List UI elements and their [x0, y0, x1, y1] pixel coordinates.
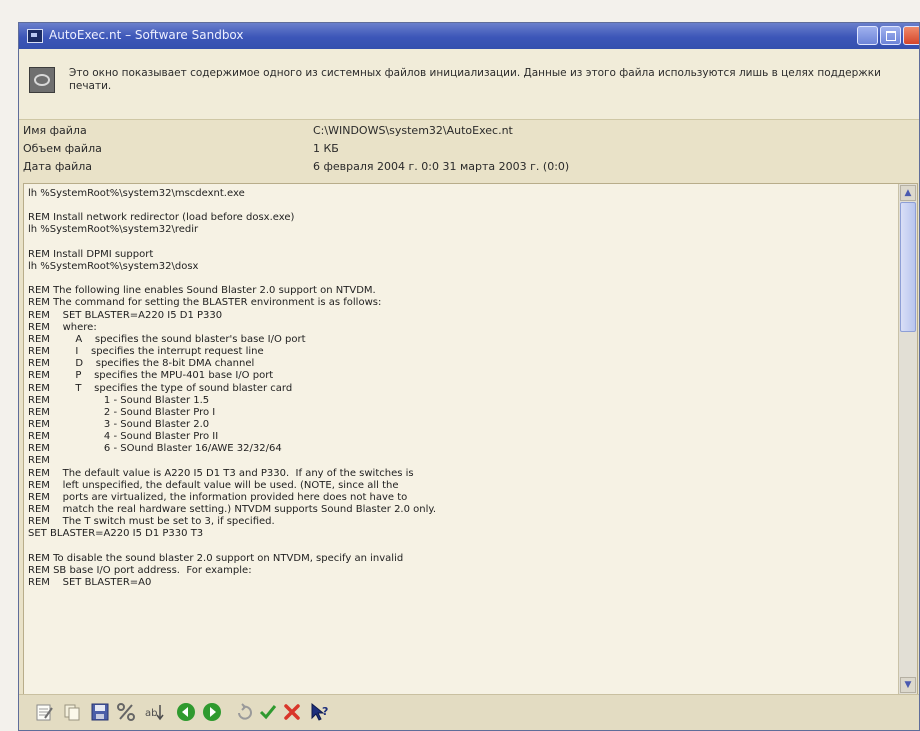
property-name: Имя файла: [23, 124, 87, 137]
property-value: 1 КБ: [313, 142, 339, 155]
close-button[interactable]: [903, 26, 919, 45]
property-row: Объем файла 1 КБ: [19, 139, 919, 157]
save-icon[interactable]: [89, 701, 111, 723]
minimize-button[interactable]: [857, 26, 878, 45]
property-name: Дата файла: [23, 160, 93, 173]
info-description: Это окно показывает содержимое одного из…: [69, 67, 881, 92]
help-icon[interactable]: ?: [309, 701, 331, 723]
maximize-button[interactable]: [880, 26, 901, 45]
property-row: Дата файла 6 февраля 2004 г. 0:0 31 март…: [19, 157, 919, 175]
properties-list: Имя файла C:\WINDOWS\system32\AutoExec.n…: [19, 119, 919, 179]
delete-icon[interactable]: [281, 701, 303, 723]
property-value: C:\WINDOWS\system32\AutoExec.nt: [313, 124, 513, 137]
svg-text:ab: ab: [145, 708, 157, 719]
bottom-toolbar: ab ?: [19, 694, 919, 730]
title-bar[interactable]: AutoExec.nt – Software Sandbox: [19, 23, 919, 49]
app-window: AutoExec.nt – Software Sandbox Это окно …: [18, 22, 920, 731]
svg-text:?: ?: [322, 705, 328, 718]
property-name: Объем файла: [23, 142, 102, 155]
refresh-icon[interactable]: [233, 701, 255, 723]
file-info-icon: [29, 67, 55, 93]
copy-icon[interactable]: [61, 701, 83, 723]
property-row: Имя файла C:\WINDOWS\system32\AutoExec.n…: [19, 121, 919, 139]
scroll-thumb[interactable]: [900, 202, 916, 332]
notepad-icon[interactable]: [33, 701, 55, 723]
forward-icon[interactable]: [201, 701, 223, 723]
file-content-text[interactable]: lh %SystemRoot%\system32\mscdexnt.exe RE…: [28, 188, 896, 589]
sort-icon[interactable]: ab: [143, 701, 165, 723]
back-icon[interactable]: [175, 701, 197, 723]
file-content-view[interactable]: lh %SystemRoot%\system32\mscdexnt.exe RE…: [23, 183, 918, 695]
check-icon[interactable]: [257, 701, 279, 723]
window-title: AutoExec.nt – Software Sandbox: [49, 28, 244, 42]
percent-icon[interactable]: [115, 701, 137, 723]
app-icon: [27, 29, 43, 43]
property-value: 6 февраля 2004 г. 0:0 31 марта 2003 г. (…: [313, 160, 570, 173]
vertical-scrollbar[interactable]: ▲ ▼: [898, 184, 917, 694]
scroll-down-arrow-icon[interactable]: ▼: [900, 677, 916, 693]
scroll-up-arrow-icon[interactable]: ▲: [900, 185, 916, 201]
info-panel: Это окно показывает содержимое одного из…: [19, 49, 919, 120]
